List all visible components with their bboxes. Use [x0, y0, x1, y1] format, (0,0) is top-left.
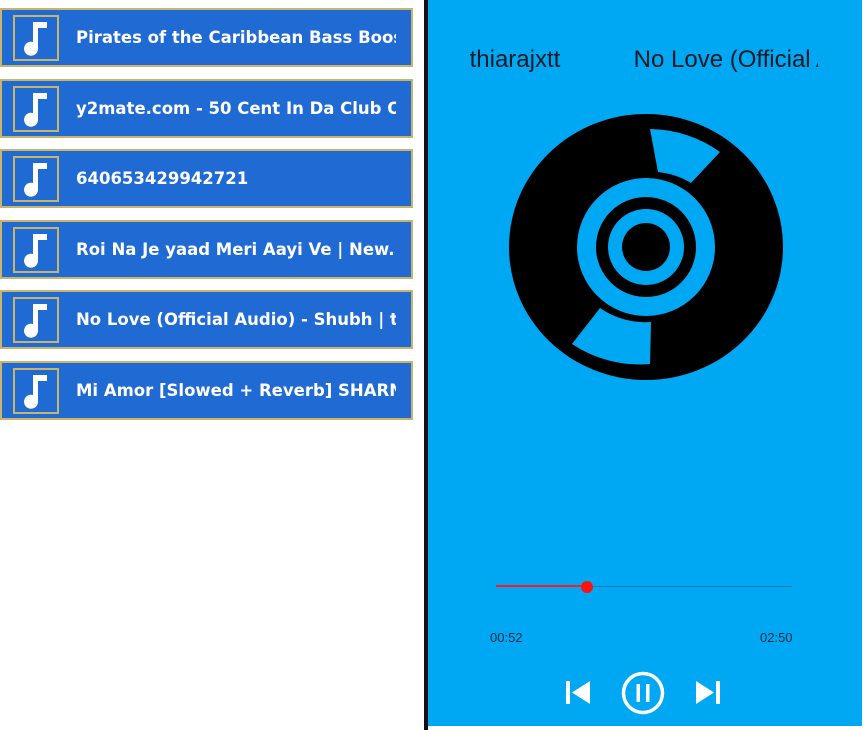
music-note-icon: [13, 367, 59, 414]
vinyl-disc-icon: [509, 114, 783, 380]
music-note-icon: [13, 226, 59, 273]
now-playing-title: ubh | thiarajxtt No Love (Official Au: [468, 46, 818, 78]
song-title: 640653429942721: [76, 169, 249, 188]
total-time: 02:50: [760, 630, 793, 645]
skip-next-icon[interactable]: [692, 670, 724, 714]
music-note-icon: [13, 296, 59, 343]
now-playing-text: ubh | thiarajxtt No Love (Official Au: [469, 46, 818, 73]
song-title: Pirates of the Caribbean Bass Boost..: [76, 28, 396, 47]
song-item[interactable]: No Love (Official Audio) - Shubh | th..: [0, 290, 413, 349]
song-item[interactable]: 640653429942721: [0, 149, 413, 208]
player-panel: ubh | thiarajxtt No Love (Official Au 00…: [428, 0, 862, 726]
music-note-icon: [13, 14, 59, 61]
song-item[interactable]: Mi Amor [Slowed + Reverb] SHARN..: [0, 361, 413, 420]
song-item[interactable]: Roi Na Je yaad Meri Aayi Ve | New..: [0, 220, 413, 279]
song-title: y2mate.com - 50 Cent In Da Club O..: [76, 99, 396, 118]
song-title: Roi Na Je yaad Meri Aayi Ve | New..: [76, 240, 396, 259]
song-title: Mi Amor [Slowed + Reverb] SHARN..: [76, 381, 396, 400]
music-note-icon: [13, 155, 59, 202]
screen-edge-bottom: [428, 726, 868, 730]
song-item[interactable]: Pirates of the Caribbean Bass Boost..: [0, 8, 413, 67]
elapsed-time: 00:52: [490, 630, 523, 645]
screen-edge: [862, 0, 868, 730]
skip-previous-icon[interactable]: [562, 670, 594, 714]
song-item[interactable]: y2mate.com - 50 Cent In Da Club O..: [0, 79, 413, 138]
seek-bar[interactable]: [496, 580, 792, 594]
seek-progress: [496, 585, 587, 587]
pause-circle-icon[interactable]: [620, 670, 666, 716]
song-title: No Love (Official Audio) - Shubh | th..: [76, 310, 396, 329]
music-note-icon: [13, 85, 59, 132]
seek-thumb[interactable]: [581, 581, 593, 593]
